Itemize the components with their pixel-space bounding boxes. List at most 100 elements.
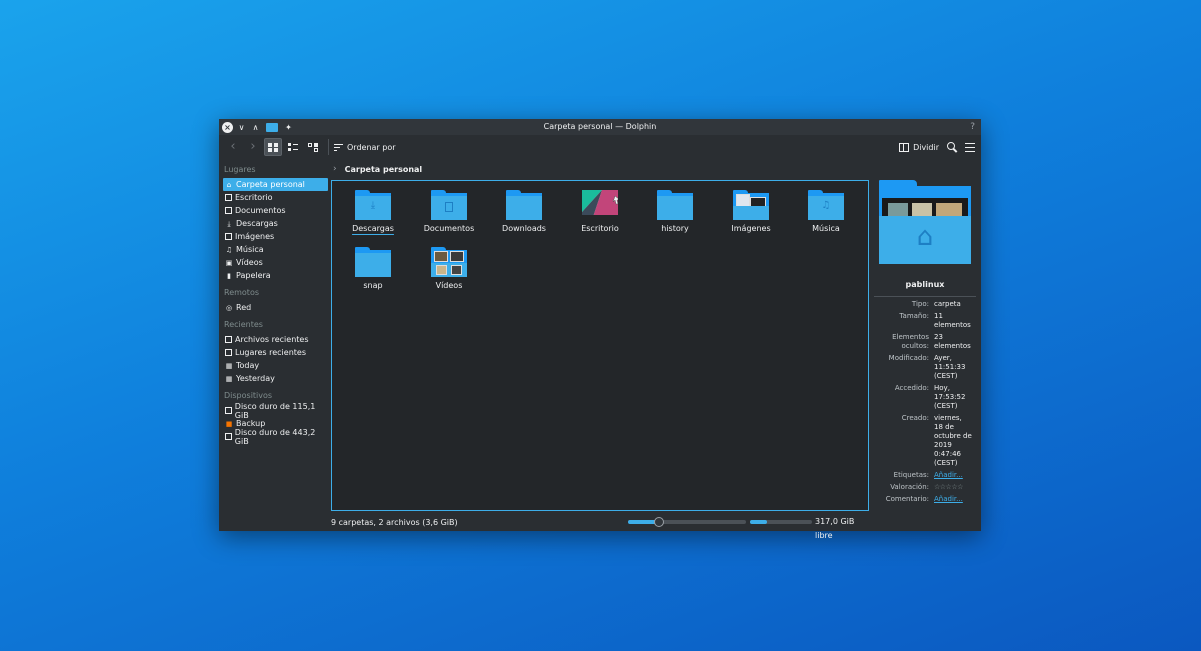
icons-view-button[interactable] (264, 138, 282, 156)
sidebar-item-red[interactable]: ◎ Red (223, 301, 328, 314)
folder-icon (506, 190, 542, 220)
details-view-button[interactable] (304, 138, 322, 156)
info-key: Tamaño: (899, 312, 929, 320)
sidebar-item-today[interactable]: ▦ Today (223, 359, 328, 372)
free-space-label: 317,0 GiB libre (815, 517, 855, 540)
window-title: Carpeta personal — Dolphin (543, 122, 657, 131)
places-panel: Lugares ⌂ Carpeta personal Escritorio Do… (223, 162, 328, 522)
sidebar-item-archivos-recientes[interactable]: Archivos recientes (223, 333, 328, 346)
file-view[interactable]: ⤓ Descargas Documentos Downloads Escrito… (331, 180, 869, 511)
compact-view-icon (288, 142, 298, 152)
sidebar-item-videos[interactable]: ▣ Vídeos (223, 256, 328, 269)
file-item-videos[interactable]: Vídeos (419, 238, 479, 290)
info-row-tipo: Tipo: carpeta (874, 300, 976, 309)
hard-disk-icon (225, 407, 232, 414)
search-icon[interactable] (947, 142, 957, 152)
sidebar-item-label: Escritorio (235, 193, 273, 202)
file-item-descargas[interactable]: ⤓ Descargas (343, 181, 403, 233)
main-toolbar: ‹ › Ordenar por Dividir (219, 135, 981, 159)
file-label: Descargas (352, 224, 394, 233)
desktop-folder-icon (582, 190, 618, 215)
close-icon[interactable]: × (222, 121, 233, 133)
info-value: 11 elementos (934, 312, 971, 329)
file-item-escritorio[interactable]: Escritorio (570, 181, 630, 233)
info-key: Tipo: (911, 300, 929, 308)
pin-icon[interactable]: ✦ (283, 122, 294, 133)
info-key: Comentario: (885, 495, 929, 503)
sidebar-item-label: Red (236, 303, 252, 312)
downloads-icon: ⤓ (227, 219, 231, 228)
hamburger-menu-icon[interactable] (965, 142, 975, 152)
sidebar-item-escritorio[interactable]: Escritorio (223, 191, 328, 204)
breadcrumb-current[interactable]: Carpeta personal (345, 165, 423, 174)
recent-places-icon (225, 349, 232, 356)
maximize-icon[interactable]: ∧ (250, 122, 261, 133)
file-item-downloads[interactable]: Downloads (494, 181, 554, 233)
file-item-imagenes[interactable]: Imágenes (721, 181, 781, 233)
zoom-slider[interactable] (628, 517, 746, 527)
compact-view-button[interactable] (284, 138, 302, 156)
sidebar-item-musica[interactable]: ♫ Música (223, 243, 328, 256)
info-row-accedido: Accedido: Hoy, 17:53:52 (CEST) (874, 384, 976, 411)
section-title-recientes: Recientes (224, 320, 263, 329)
add-comment-link[interactable]: Añadir... (934, 495, 972, 504)
file-item-history[interactable]: history (645, 181, 705, 233)
info-key: Creado: (901, 414, 929, 422)
videos-icon: ▣ (225, 258, 233, 267)
back-icon[interactable]: ‹ (223, 137, 243, 157)
info-value: Hoy, 17:53:52 (CEST) (934, 384, 966, 410)
free-space-bar (750, 520, 812, 524)
sidebar-item-label: Descargas (236, 219, 278, 228)
sidebar-item-papelera[interactable]: ▮ Papelera (223, 269, 328, 282)
sidebar-item-disco-115[interactable]: Disco duro de 115,1 GiB (223, 401, 328, 420)
sidebar-item-label: Imágenes (235, 232, 275, 241)
info-value: viernes, 18 de octubre de 2019 0:47:46 (… (934, 414, 972, 467)
forward-icon[interactable]: › (243, 137, 263, 157)
documents-icon (225, 207, 232, 214)
sort-label: Ordenar por (347, 142, 396, 152)
chevron-right-icon[interactable]: › (333, 164, 337, 174)
info-key: Valoración: (890, 483, 929, 491)
sidebar-item-label: Disco duro de 443,2 GiB (234, 427, 316, 446)
home-icon: ⌂ (226, 180, 232, 189)
sort-button[interactable]: Ordenar por (334, 143, 396, 152)
info-row-valoracion: Valoración: ☆☆☆☆☆ (874, 483, 976, 492)
sidebar-item-imagenes[interactable]: Imágenes (223, 230, 328, 243)
add-tags-link[interactable]: Añadir... (934, 471, 972, 480)
sidebar-item-disco-443[interactable]: Disco duro de 443,2 GiB (223, 427, 328, 446)
music-folder-icon: ♫ (808, 190, 844, 220)
title-bar[interactable]: × ∨ ∧ ✦ Carpeta personal — Dolphin ? (219, 119, 981, 135)
split-button[interactable]: Dividir (899, 142, 939, 152)
app-folder-icon (266, 122, 278, 132)
folder-icon (355, 247, 391, 277)
file-label: Documentos (423, 224, 475, 233)
sidebar-item-lugares-recientes[interactable]: Lugares recientes (223, 346, 328, 359)
backup-drive-icon: ■ (225, 419, 233, 428)
rating-stars[interactable]: ☆☆☆☆☆ (934, 483, 972, 492)
downloads-folder-icon: ⤓ (355, 190, 391, 220)
file-item-snap[interactable]: snap (343, 238, 403, 290)
breadcrumb: › Carpeta personal (333, 162, 422, 176)
toolbar-separator (328, 139, 329, 155)
file-item-documentos[interactable]: Documentos (419, 181, 479, 233)
videos-folder-icon (431, 247, 467, 277)
file-label: Downloads (502, 224, 546, 233)
minimize-icon[interactable]: ∨ (236, 122, 247, 133)
sidebar-item-yesterday[interactable]: ▦ Yesterday (223, 372, 328, 385)
documents-folder-icon (431, 190, 467, 220)
info-key: Modificado: (888, 354, 929, 362)
icons-view-icon (268, 142, 278, 152)
info-key: Accedido: (894, 384, 929, 392)
help-icon[interactable]: ? (970, 119, 975, 135)
sidebar-item-documentos[interactable]: Documentos (223, 204, 328, 217)
file-label: Escritorio (581, 224, 619, 233)
zoom-slider-handle[interactable] (653, 517, 664, 527)
info-row-etiquetas: Etiquetas: Añadir... (874, 471, 976, 480)
sidebar-item-carpeta-personal[interactable]: ⌂ Carpeta personal (223, 178, 328, 191)
file-item-musica[interactable]: ♫ Música (796, 181, 856, 233)
recent-files-icon (225, 336, 232, 343)
sidebar-item-descargas[interactable]: ⤓ Descargas (223, 217, 328, 230)
sidebar-item-label: Papelera (236, 271, 271, 280)
home-folder-preview-icon: ⌂ (879, 180, 971, 264)
sidebar-item-label: Disco duro de 115,1 GiB (234, 401, 316, 420)
